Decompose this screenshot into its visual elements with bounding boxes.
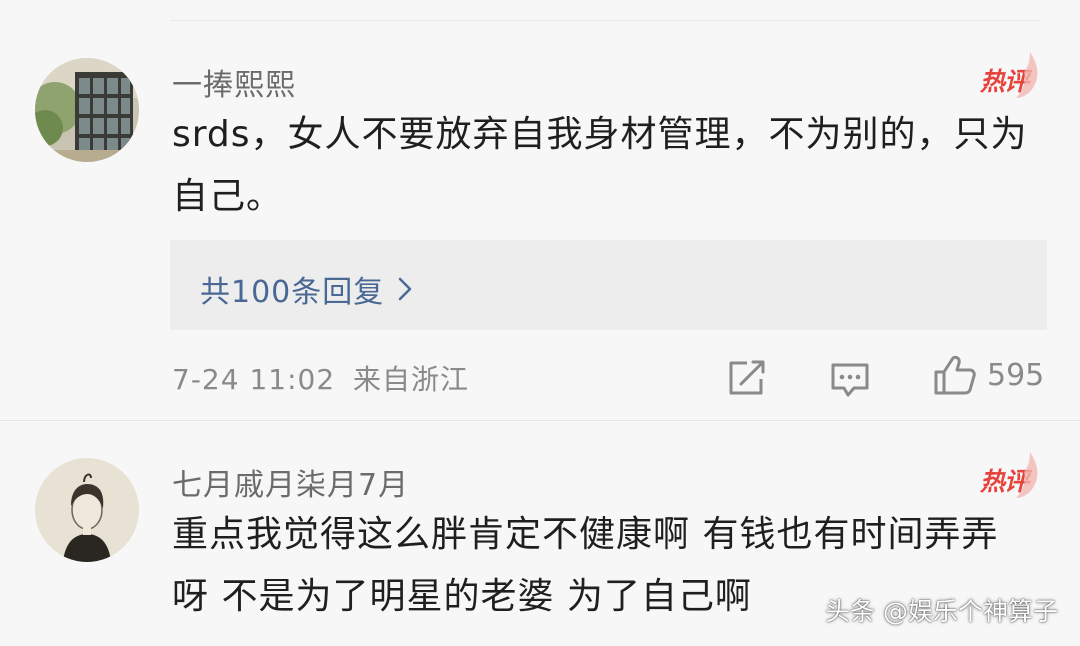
share-button[interactable] <box>727 360 767 396</box>
comment-meta: 7-24 11:02 来自浙江 <box>172 358 469 398</box>
username[interactable]: 七月戚月柒月7月 <box>172 460 409 504</box>
hot-comment-badge: 热评 <box>980 52 1038 98</box>
comment-actions: 595 <box>705 355 1045 398</box>
window-photo-avatar-icon <box>35 58 139 162</box>
comment-bubble-icon <box>831 363 869 397</box>
like-count: 595 <box>987 357 1045 393</box>
username[interactable]: 一捧熙熙 <box>172 60 296 104</box>
view-replies-link[interactable]: 共100条回复 <box>200 267 412 311</box>
comment-text: srds，女人不要放弃自我身材管理，不为别的，只为自己。 <box>172 114 1028 217</box>
flame-icon <box>1016 52 1038 98</box>
share-icon <box>729 360 765 395</box>
flame-icon <box>1016 452 1038 498</box>
like-button[interactable]: 595 <box>933 354 1044 396</box>
comment-divider <box>0 420 1080 421</box>
avatar[interactable] <box>35 58 139 162</box>
reply-button[interactable] <box>830 362 870 398</box>
sketch-portrait-avatar-icon <box>35 458 139 562</box>
watermark: 头条 @娱乐个神算子 <box>825 597 1058 626</box>
chevron-right-icon <box>399 277 412 301</box>
avatar[interactable] <box>35 458 139 562</box>
top-divider <box>170 20 1040 21</box>
thumbs-up-icon <box>934 355 976 395</box>
timestamp: 7-24 11:02 <box>172 363 336 396</box>
location: 来自浙江 <box>353 363 470 396</box>
replies-panel[interactable]: 共100条回复 <box>170 240 1047 330</box>
replies-label: 共100条回复 <box>200 275 385 310</box>
hot-comment-badge: 热评 <box>980 452 1038 498</box>
